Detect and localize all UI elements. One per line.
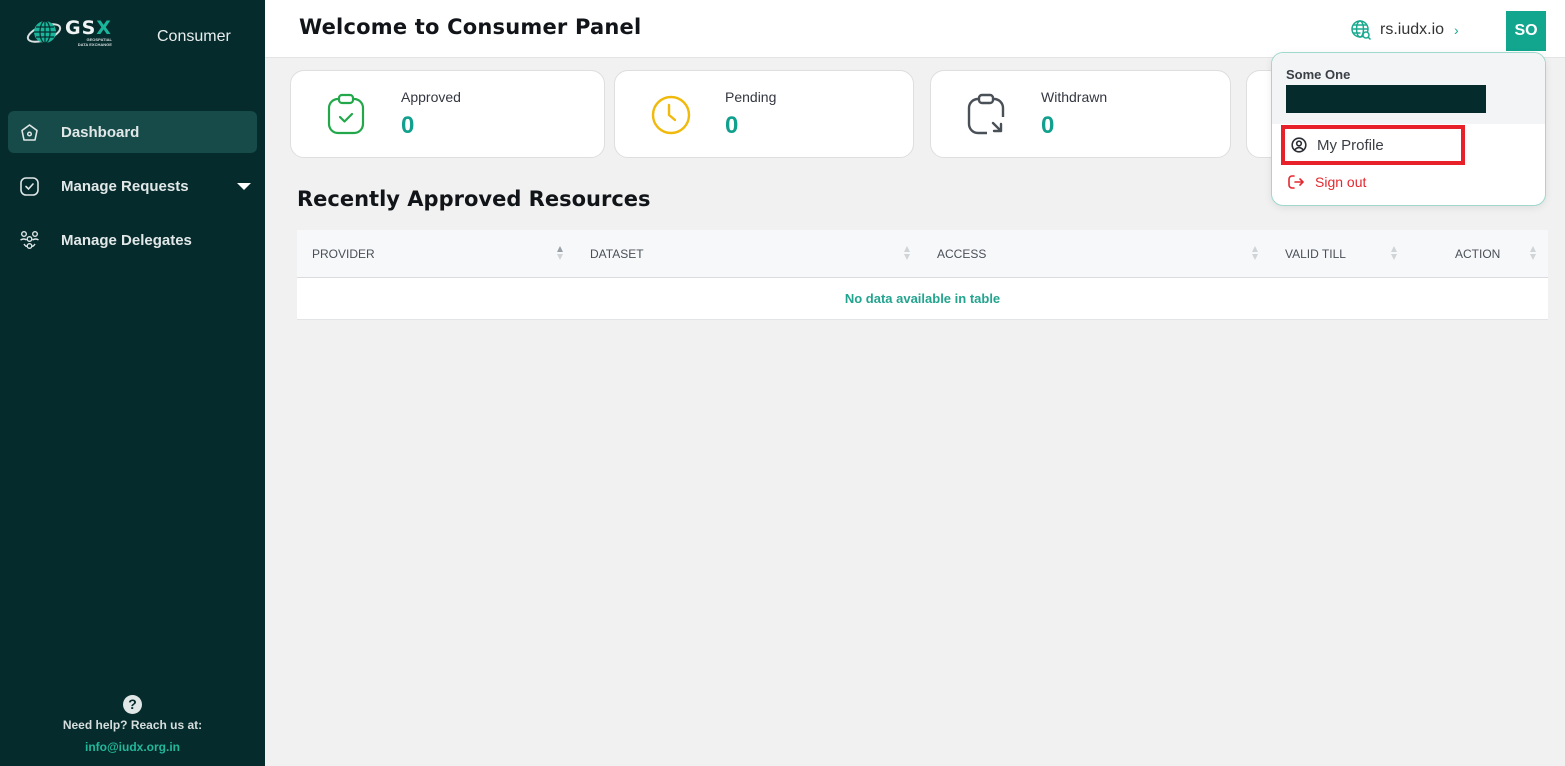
sign-out-icon: [1288, 175, 1305, 189]
sidebar-item-manage-requests[interactable]: Manage Requests: [8, 165, 257, 207]
stat-value: 0: [401, 112, 415, 139]
globe-search-icon: [1351, 20, 1372, 41]
gsx-logo[interactable]: GSX GEOSPATIAL DATA EXCHANGE: [25, 16, 112, 50]
help-section: ? Need help? Reach us at: info@iudx.org.…: [0, 695, 265, 756]
check-square-icon: [19, 176, 40, 197]
sidebar-item-label: Dashboard: [61, 123, 140, 141]
my-profile-menu-item[interactable]: My Profile: [1281, 125, 1465, 165]
sidebar-item-dashboard[interactable]: Dashboard: [8, 111, 257, 153]
top-header: Welcome to Consumer Panel rs.iudx.io › S…: [265, 0, 1565, 58]
sort-icon[interactable]: [1530, 246, 1538, 262]
user-name: Some One: [1286, 67, 1351, 82]
table-header: PROVIDER DATASET ACCESS VALID TILL ACTIO…: [297, 230, 1548, 278]
column-header-dataset[interactable]: DATASET: [590, 230, 644, 278]
chevron-right-icon: ›: [1454, 22, 1459, 38]
redacted-email: [1286, 85, 1486, 113]
sidebar-item-label: Manage Delegates: [61, 231, 192, 249]
people-group-icon: [19, 230, 40, 251]
server-selector[interactable]: rs.iudx.io ›: [1350, 19, 1459, 41]
brand: GSX GEOSPATIAL DATA EXCHANGE: [25, 16, 112, 50]
approved-resources-table: PROVIDER DATASET ACCESS VALID TILL ACTIO…: [297, 230, 1548, 320]
page-title: Welcome to Consumer Panel: [299, 15, 642, 39]
help-text: Need help? Reach us at:: [62, 718, 203, 732]
stat-label: Pending: [725, 89, 777, 105]
user-menu-header: Some One: [1272, 53, 1545, 124]
clipboard-check-icon: [327, 93, 365, 135]
panel-role: Consumer: [157, 28, 231, 45]
sidebar-item-label: Manage Requests: [61, 177, 189, 195]
stat-label: Withdrawn: [1041, 89, 1108, 105]
empty-table-message: No data available in table: [297, 278, 1548, 320]
question-icon: ?: [123, 695, 142, 714]
stat-card-withdrawn[interactable]: Withdrawn 0: [930, 70, 1231, 158]
menu-item-label: Sign out: [1315, 174, 1367, 190]
clipboard-arrow-icon: [967, 93, 1005, 135]
user-avatar-button[interactable]: SO: [1506, 11, 1546, 51]
sort-icon[interactable]: [557, 246, 565, 262]
stat-label: Approved: [401, 89, 461, 105]
help-email-link[interactable]: info@iudx.org.in: [85, 740, 180, 754]
column-header-access[interactable]: ACCESS: [937, 230, 986, 278]
server-label: rs.iudx.io: [1380, 21, 1445, 38]
chevron-down-icon[interactable]: [237, 183, 251, 190]
clock-icon: [651, 95, 691, 135]
logo-subtitle-2: DATA EXCHANGE: [77, 42, 112, 47]
column-header-action[interactable]: ACTION: [1455, 230, 1500, 278]
globe-logo-icon: [26, 20, 62, 44]
sidebar-nav: Dashboard Manage Requests Manage Delegat…: [8, 111, 257, 273]
user-menu-dropdown: Some One My Profile Sign out: [1271, 52, 1546, 206]
home-icon: [19, 122, 40, 143]
user-circle-icon: [1291, 137, 1307, 153]
stat-card-approved[interactable]: Approved 0: [290, 70, 605, 158]
stat-value: 0: [725, 112, 739, 139]
logo-wordmark: GSX: [65, 17, 112, 39]
section-title: Recently Approved Resources: [297, 187, 651, 211]
sort-icon[interactable]: [1252, 246, 1260, 262]
stat-card-pending[interactable]: Pending 0: [614, 70, 914, 158]
sidebar-item-manage-delegates[interactable]: Manage Delegates: [8, 219, 257, 261]
sort-icon[interactable]: [904, 246, 912, 262]
column-header-provider[interactable]: PROVIDER: [312, 230, 375, 278]
sidebar: GSX GEOSPATIAL DATA EXCHANGE Consumer Da…: [0, 0, 265, 766]
sign-out-menu-item[interactable]: Sign out: [1281, 163, 1461, 201]
stat-value: 0: [1041, 112, 1055, 139]
sort-icon[interactable]: [1391, 246, 1399, 262]
column-header-valid-till[interactable]: VALID TILL: [1285, 230, 1346, 278]
menu-item-label: My Profile: [1317, 136, 1384, 154]
